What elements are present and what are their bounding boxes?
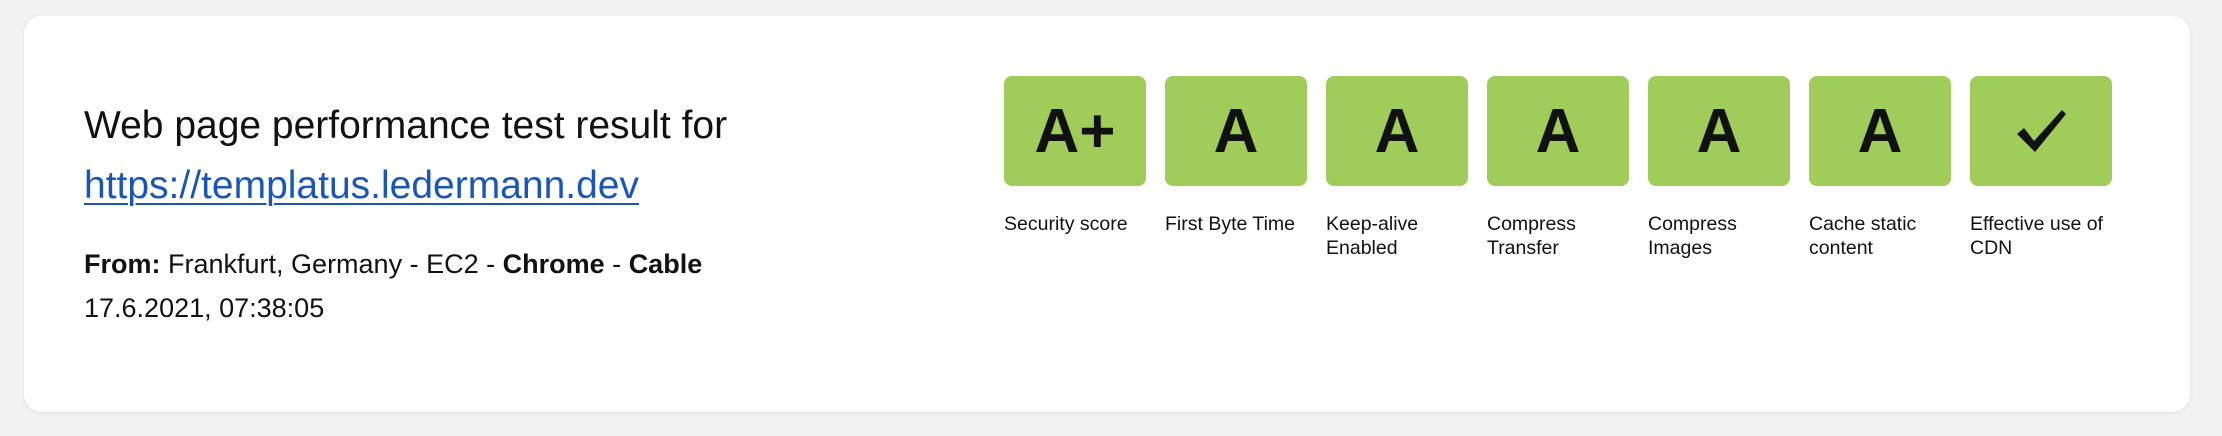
- separator: -: [486, 249, 496, 279]
- grade-badge: A+: [1004, 76, 1146, 186]
- grade-effective-use-of-cdn[interactable]: Effective use of CDN: [1970, 76, 2112, 260]
- checkmark-icon: [2017, 110, 2066, 152]
- separator: -: [612, 249, 622, 279]
- grade-first-byte-time[interactable]: A First Byte Time: [1165, 76, 1307, 260]
- connection-text: Cable: [628, 249, 703, 279]
- test-info: Web page performance test result for htt…: [84, 96, 984, 330]
- grade-security-score[interactable]: A+ Security score: [1004, 76, 1146, 260]
- from-label: From:: [84, 249, 161, 279]
- grade-badge: A: [1487, 76, 1629, 186]
- grade-label: First Byte Time: [1165, 213, 1296, 235]
- grade-compress-transfer[interactable]: A Compress Transfer: [1487, 76, 1629, 260]
- grade-keep-alive-enabled[interactable]: A Keep-alive Enabled: [1326, 76, 1468, 260]
- grade-label: Compress Transfer: [1487, 213, 1576, 259]
- location-text: Frankfurt, Germany - EC2: [168, 249, 479, 279]
- test-meta: From: Frankfurt, Germany - EC2 - Chrome …: [84, 242, 984, 330]
- browser-text: Chrome: [502, 249, 605, 279]
- result-card: Web page performance test result for htt…: [24, 16, 2190, 412]
- grade-badge: A: [1648, 76, 1790, 186]
- grade-label: Effective use of CDN: [1970, 213, 2103, 259]
- grade-badge: A: [1165, 76, 1307, 186]
- grade-compress-images[interactable]: A Compress Images: [1648, 76, 1790, 260]
- grade-cache-static-content[interactable]: A Cache static content: [1809, 76, 1951, 260]
- test-timestamp: 17.6.2021, 07:38:05: [84, 293, 325, 323]
- grades-row: A+ Security score A First Byte Time A Ke…: [1004, 76, 2112, 260]
- grade-badge: A: [1809, 76, 1951, 186]
- page-title: Web page performance test result for htt…: [84, 96, 984, 216]
- grade-badge: A: [1326, 76, 1468, 186]
- grade-label: Security score: [1004, 213, 1128, 235]
- grade-label: Cache static content: [1809, 213, 1917, 259]
- title-text: Web page performance test result for: [84, 104, 728, 147]
- grade-label: Compress Images: [1648, 213, 1737, 259]
- grade-label: Keep-alive Enabled: [1326, 213, 1419, 259]
- tested-url-link[interactable]: https://templatus.ledermann.dev: [84, 156, 639, 216]
- grade-badge: [1970, 76, 2112, 186]
